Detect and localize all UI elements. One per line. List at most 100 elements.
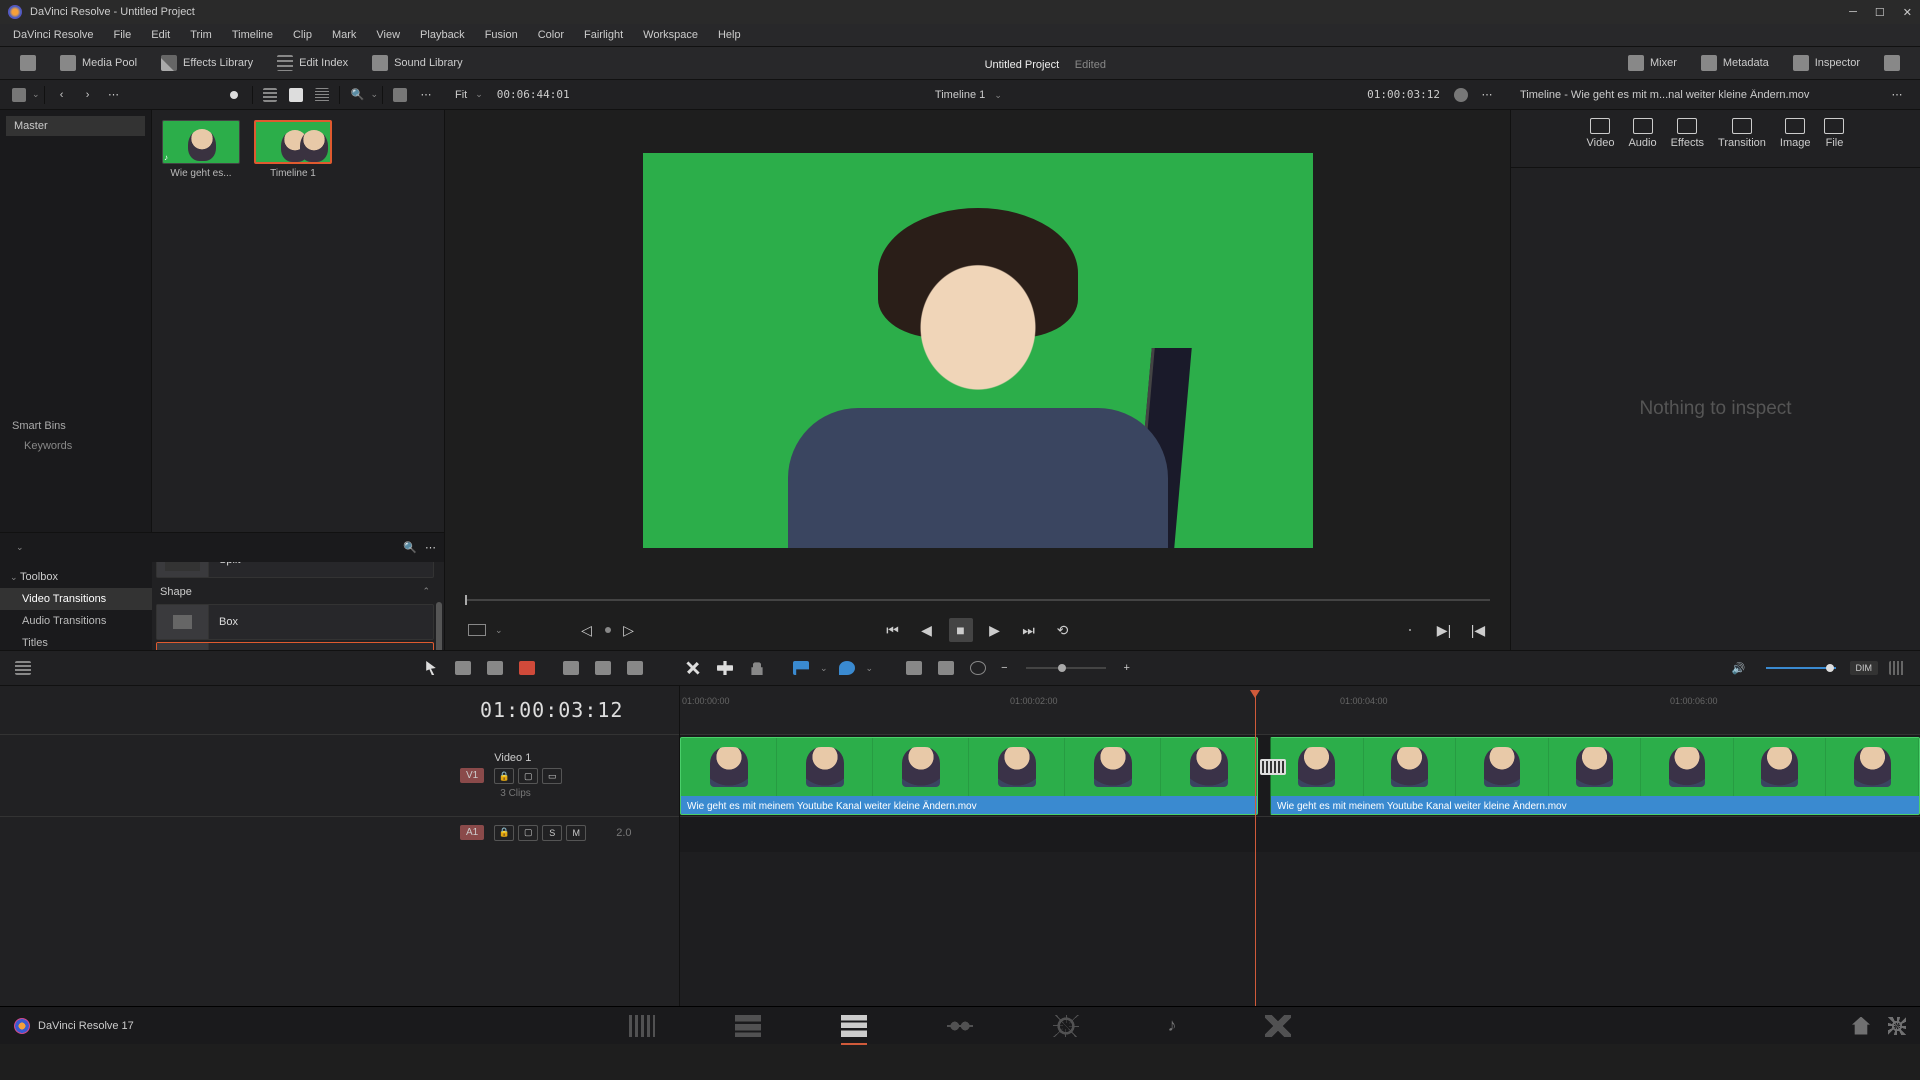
group-shape[interactable]: Shape⌃ (156, 580, 434, 604)
timeline-timecode[interactable]: 01:00:03:12 (480, 698, 623, 722)
keywords-bin[interactable]: Keywords (6, 436, 145, 456)
zoom-in-button[interactable]: + (1124, 662, 1130, 674)
prev-clip-button[interactable]: |◀ (1466, 618, 1490, 642)
inspector-tab-audio[interactable]: Audio (1628, 118, 1656, 167)
viewer[interactable] (445, 110, 1510, 590)
nav-toolbox[interactable]: ⌄ Toolbox (0, 566, 152, 588)
zoom-slider[interactable] (1026, 667, 1106, 669)
linked-selection-toggle[interactable] (712, 655, 738, 681)
custom-zoom-button[interactable] (965, 655, 991, 681)
v1-lock-button[interactable]: 🔒 (494, 768, 514, 784)
video-track-1[interactable]: Wie geht es mit meinem Youtube Kanal wei… (680, 734, 1920, 816)
menu-workspace[interactable]: Workspace (634, 26, 707, 44)
home-button[interactable] (1852, 1017, 1870, 1035)
page-edit[interactable] (841, 1015, 867, 1037)
fit-menu[interactable]: ⌄ (475, 89, 483, 100)
timeline-clip-2[interactable]: Wie geht es mit meinem Youtube Kanal wei… (1270, 737, 1920, 815)
viewer-options-button[interactable]: ⋯ (1476, 84, 1498, 106)
volume-slider[interactable] (1766, 667, 1836, 669)
bypass-grades-button[interactable] (1450, 84, 1472, 106)
search-menu[interactable]: ⌄ (370, 89, 378, 100)
v1-badge[interactable]: V1 (460, 768, 484, 783)
menu-view[interactable]: View (367, 26, 409, 44)
fx-search-button[interactable]: 🔍 (403, 541, 417, 554)
maximize-button[interactable]: ☐ (1875, 6, 1885, 19)
view-thumb-button[interactable] (285, 84, 307, 106)
metadata-toggle[interactable]: Metadata (1691, 51, 1779, 75)
expand-panel-button[interactable] (10, 51, 46, 75)
close-button[interactable]: ✕ (1903, 6, 1912, 19)
page-fairlight[interactable]: ♪ (1159, 1015, 1185, 1037)
smart-bins-header[interactable]: Smart Bins (6, 416, 145, 436)
next-edit-button[interactable]: ▷ (617, 618, 641, 642)
page-media[interactable] (629, 1015, 655, 1037)
v1-auto-select-button[interactable]: ▢ (518, 768, 538, 784)
loop-button[interactable]: ⟲ (1051, 618, 1075, 642)
viewer-scrubber[interactable] (445, 590, 1510, 610)
mixer-toggle[interactable]: Mixer (1618, 51, 1687, 75)
timeline-name[interactable]: Timeline 1 (935, 89, 985, 101)
snapping-toggle[interactable] (680, 655, 706, 681)
menu-mark[interactable]: Mark (323, 26, 365, 44)
menu-fusion[interactable]: Fusion (476, 26, 527, 44)
more-button[interactable]: ⋯ (103, 84, 125, 106)
prev-button[interactable]: ‹ (51, 84, 73, 106)
audio-track-1[interactable] (680, 816, 1920, 852)
insert-clip-button[interactable] (558, 655, 584, 681)
marker-button[interactable] (834, 655, 860, 681)
fx-split[interactable]: Split (156, 562, 434, 578)
fx-heart[interactable]: Heart (156, 642, 434, 650)
replace-clip-button[interactable] (622, 655, 648, 681)
next-button[interactable]: › (77, 84, 99, 106)
marker-menu[interactable]: ⌄ (866, 663, 874, 674)
dynamic-trim-tool[interactable] (482, 655, 508, 681)
menu-file[interactable]: File (105, 26, 141, 44)
inspector-tab-transition[interactable]: Transition (1718, 118, 1766, 167)
pool-layout-button[interactable] (8, 84, 30, 106)
inspector-tab-file[interactable]: File (1824, 118, 1844, 167)
zoom-out-button[interactable]: − (1001, 662, 1007, 674)
media-pool-toggle[interactable]: Media Pool (50, 51, 147, 75)
video-track-header[interactable]: V1 Video 1 🔒 ▢ ▭ 3 Clips (0, 734, 679, 816)
playhead[interactable] (1255, 690, 1256, 1006)
effects-library-toggle[interactable]: Effects Library (151, 51, 263, 75)
v1-disable-button[interactable]: ▭ (542, 768, 562, 784)
menu-timeline[interactable]: Timeline (223, 26, 282, 44)
inspector-tab-video[interactable]: Video (1587, 118, 1615, 167)
fx-scrollbar[interactable] (436, 602, 442, 650)
go-first-button[interactable]: ⏮ (881, 618, 905, 642)
sound-library-toggle[interactable]: Sound Library (362, 51, 473, 75)
trim-tool[interactable] (450, 655, 476, 681)
audio-track-header[interactable]: A1 🔒 ▢ S M 2.0 (0, 816, 679, 848)
project-settings-button[interactable] (1888, 1017, 1906, 1035)
master-bin[interactable]: Master (6, 116, 145, 136)
full-extent-zoom-button[interactable] (901, 655, 927, 681)
menu-edit[interactable]: Edit (142, 26, 179, 44)
menu-playback[interactable]: Playback (411, 26, 474, 44)
step-back-button[interactable]: ◀ (915, 618, 939, 642)
timeline-ruler[interactable]: 01:00:00:00 01:00:02:00 01:00:04:00 01:0… (680, 686, 1920, 734)
nav-video-transitions[interactable]: Video Transitions (0, 588, 152, 610)
clip-video[interactable]: ♪ Wie geht es... (162, 120, 240, 179)
expand-right-button[interactable] (1874, 51, 1910, 75)
full-screen-button[interactable] (1398, 618, 1422, 642)
menu-fairlight[interactable]: Fairlight (575, 26, 632, 44)
inspector-tab-effects[interactable]: Effects (1671, 118, 1704, 167)
prev-edit-button[interactable]: ◁ (575, 618, 599, 642)
menu-clip[interactable]: Clip (284, 26, 321, 44)
dim-button[interactable]: DIM (1850, 661, 1879, 675)
fit-dropdown[interactable]: Fit (455, 89, 467, 101)
inspector-options-button[interactable]: ⋯ (1886, 84, 1908, 106)
detail-zoom-button[interactable] (933, 655, 959, 681)
page-deliver[interactable] (1265, 1015, 1291, 1037)
menu-help[interactable]: Help (709, 26, 750, 44)
stop-button[interactable]: ■ (949, 618, 973, 642)
mute-button[interactable]: 🔊 (1726, 655, 1752, 681)
mark-in-out-button[interactable] (465, 618, 489, 642)
inspector-toggle[interactable]: Inspector (1783, 51, 1870, 75)
timeline-view-options[interactable] (10, 655, 36, 681)
play-button[interactable]: ▶ (983, 618, 1007, 642)
a1-auto-select-button[interactable]: ▢ (518, 825, 538, 841)
a1-mute-button[interactable]: M (566, 825, 586, 841)
fx-options-button[interactable]: ⋯ (425, 541, 436, 554)
